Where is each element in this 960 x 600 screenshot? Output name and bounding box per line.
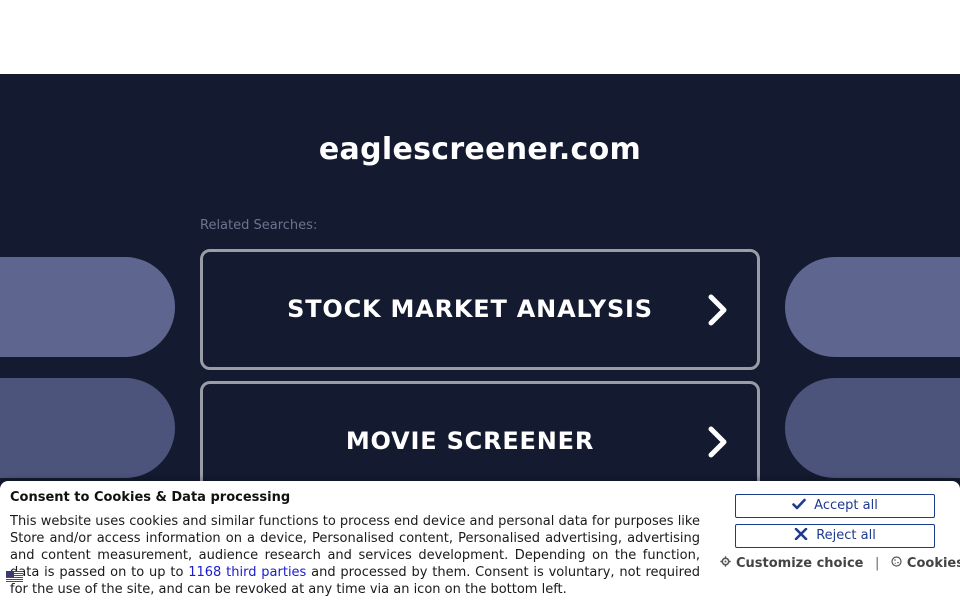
decorative-pill-right-2 bbox=[785, 378, 960, 478]
third-parties-link[interactable]: 1168 third parties bbox=[188, 565, 306, 580]
link-separator: | bbox=[875, 556, 880, 571]
domain-title: eaglescreener.com bbox=[318, 132, 642, 167]
chevron-right-icon bbox=[708, 426, 727, 458]
decorative-pill-left-2 bbox=[0, 378, 175, 478]
consent-title: Consent to Cookies & Data processing bbox=[10, 490, 291, 505]
decorative-pill-left-1 bbox=[0, 257, 175, 357]
related-search-label: STOCK MARKET ANALYSIS bbox=[287, 295, 653, 323]
accept-all-button[interactable]: Accept all bbox=[735, 494, 935, 518]
close-icon bbox=[794, 528, 808, 540]
chevron-right-icon bbox=[708, 294, 727, 326]
related-searches-label: Related Searches: bbox=[200, 218, 318, 233]
reject-all-label: Reject all bbox=[816, 528, 876, 543]
accept-all-label: Accept all bbox=[814, 498, 878, 513]
customize-choice-label: Customize choice bbox=[736, 556, 864, 571]
related-search-stock-market-analysis[interactable]: STOCK MARKET ANALYSIS bbox=[200, 249, 760, 370]
gear-icon bbox=[720, 556, 731, 567]
customize-choice-link[interactable]: Customize choice bbox=[720, 556, 868, 571]
top-blank-area bbox=[0, 0, 960, 74]
cookie-icon bbox=[891, 556, 902, 567]
cookies-label: Cookies bbox=[906, 556, 960, 571]
decorative-pill-right-1 bbox=[785, 257, 960, 357]
language-flag-icon[interactable] bbox=[6, 571, 23, 582]
cookies-link[interactable]: Cookies bbox=[886, 556, 960, 571]
consent-links: Customize choice | Cookies bbox=[720, 556, 960, 571]
consent-description: This website uses cookies and similar fu… bbox=[10, 513, 700, 598]
reject-all-button[interactable]: Reject all bbox=[735, 524, 935, 548]
cookie-consent-panel: Consent to Cookies & Data processing Thi… bbox=[0, 481, 960, 600]
checkmark-icon bbox=[792, 498, 806, 510]
